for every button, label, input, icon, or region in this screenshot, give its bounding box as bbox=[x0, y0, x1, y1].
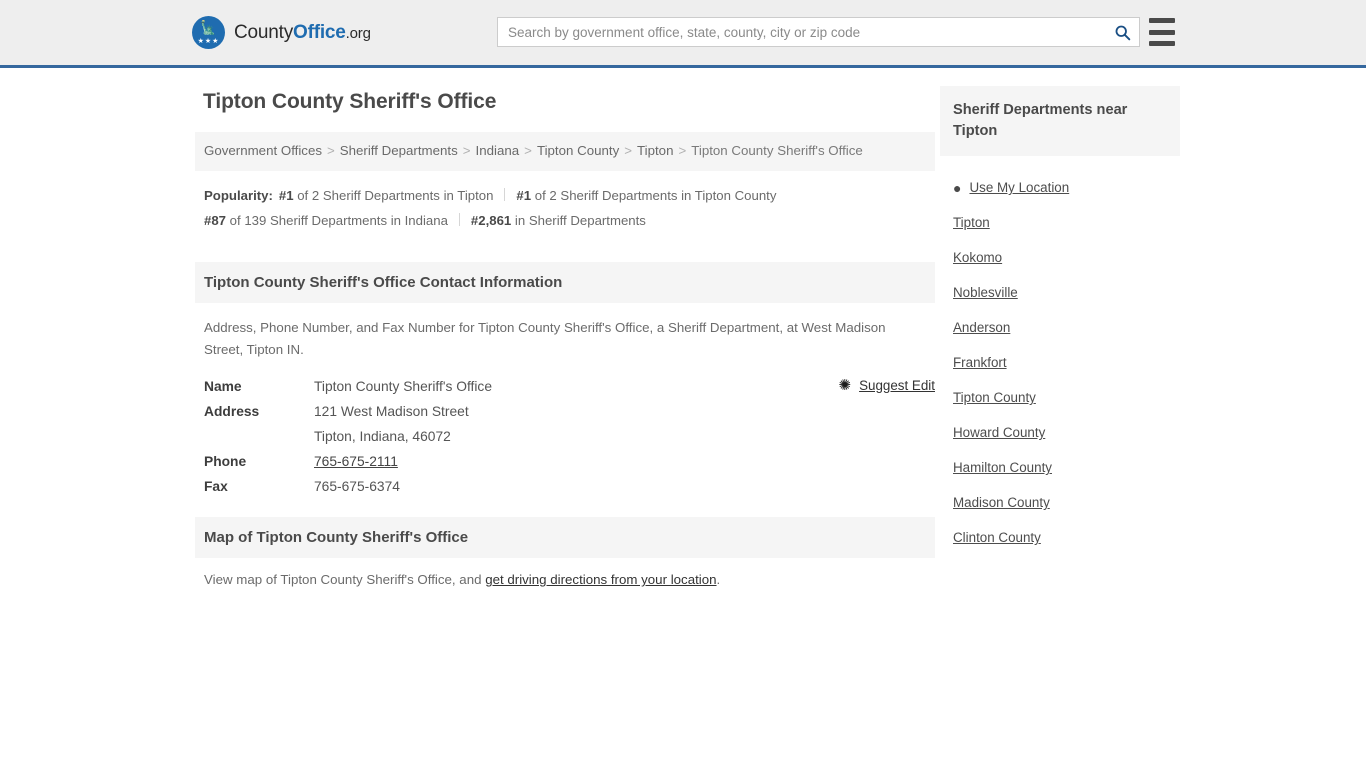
map-text-after: . bbox=[716, 572, 721, 588]
contact-row-label: Fax bbox=[204, 479, 228, 495]
contact-row-value: 765-675-6374 bbox=[314, 479, 400, 495]
breadcrumb-separator: > bbox=[524, 143, 532, 158]
contact-row: Address 121 West Madison Street bbox=[195, 399, 935, 424]
sidebar-item[interactable]: Clinton County bbox=[940, 520, 1180, 555]
sidebar-item-label[interactable]: Howard County bbox=[953, 425, 1045, 440]
popularity-rank: #1 bbox=[278, 187, 294, 203]
sidebar-item-label[interactable]: Madison County bbox=[953, 495, 1050, 510]
contact-row-value: Tipton County Sheriff's Office bbox=[314, 379, 492, 395]
breadcrumb-item[interactable]: Government Offices bbox=[204, 143, 322, 158]
popularity-item: #1 of 2 Sheriff Departments in Tipton Co… bbox=[516, 188, 776, 203]
contact-section-description: Address, Phone Number, and Fax Number fo… bbox=[204, 320, 886, 357]
contact-row-label: Phone bbox=[204, 454, 247, 470]
sidebar-item-label[interactable]: Tipton County bbox=[953, 390, 1036, 405]
sidebar-list: ● Use My Location Tipton Kokomo Noblesvill… bbox=[940, 156, 1180, 555]
logo-text-county: County bbox=[234, 21, 294, 43]
sidebar-item-label[interactable]: Anderson bbox=[953, 320, 1010, 335]
eagle-icon: 🗽 bbox=[200, 20, 217, 35]
contact-row-value[interactable]: 765-675-2111 bbox=[305, 449, 935, 474]
search-input[interactable] bbox=[498, 18, 1105, 46]
sidebar-item-label[interactable]: Noblesville bbox=[953, 285, 1018, 300]
contact-row: Name Tipton County Sheriff's Office bbox=[195, 374, 935, 399]
hamburger-menu-icon[interactable] bbox=[1149, 18, 1175, 46]
search-button[interactable] bbox=[1105, 18, 1139, 46]
popularity-rank-detail: in Sheriff Departments bbox=[511, 213, 646, 229]
search-bar bbox=[497, 17, 1140, 47]
popularity-label: Popularity: bbox=[204, 187, 273, 203]
breadcrumb-separator: > bbox=[462, 143, 471, 158]
sidebar-item[interactable]: Madison County bbox=[940, 485, 1180, 520]
breadcrumb-separator: > bbox=[327, 143, 335, 158]
popularity-rank-detail: of 2 Sheriff Departments in Tipton Count… bbox=[531, 187, 777, 203]
search-icon bbox=[1115, 25, 1130, 40]
logo-text: CountyOffice.org bbox=[234, 22, 371, 44]
contact-section-heading: Tipton County Sheriff's Office Contact I… bbox=[195, 262, 935, 304]
sidebar-item[interactable]: Frankfort bbox=[940, 345, 1180, 380]
sidebar-item-label[interactable]: Hamilton County bbox=[953, 460, 1052, 475]
sidebar-item[interactable]: Kokomo bbox=[940, 240, 1180, 275]
page-title: Tipton County Sheriff's Office bbox=[203, 90, 497, 113]
contact-row-label: Address bbox=[204, 404, 260, 420]
map-section-description: View map of Tipton County Sheriff's Offi… bbox=[195, 558, 935, 601]
contact-details-wrapper: ✺ Suggest Edit Name Tipton County Sheriff… bbox=[195, 374, 935, 499]
contact-row-value: 121 West Madison Street bbox=[314, 404, 469, 420]
site-logo[interactable]: 🗽 ★★★ CountyOffice.org bbox=[192, 16, 371, 49]
breadcrumb-separator: > bbox=[678, 143, 687, 158]
phone-link[interactable]: 765-675-2111 bbox=[314, 454, 398, 469]
stars-icon: ★★★ bbox=[197, 38, 220, 45]
breadcrumb-item[interactable]: Tipton County bbox=[537, 143, 619, 158]
menu-bar-3 bbox=[1149, 41, 1175, 46]
contact-row-label: Name bbox=[204, 379, 242, 395]
map-pin-icon: ● bbox=[953, 179, 962, 196]
map-section-heading: Map of Tipton County Sheriff's Office bbox=[195, 517, 935, 559]
sidebar: Sheriff Departments near Tipton ● Use My… bbox=[940, 86, 1180, 601]
contact-row-value: Tipton, Indiana, 46072 bbox=[314, 429, 451, 445]
contact-row-label bbox=[195, 424, 305, 449]
sidebar-item[interactable]: Anderson bbox=[940, 310, 1180, 345]
sidebar-item[interactable]: Noblesville bbox=[940, 275, 1180, 310]
page-body: Tipton County Sheriff's Office Governmen… bbox=[0, 68, 1366, 601]
contact-row: Phone 765-675-2111 bbox=[195, 449, 935, 474]
menu-bar-2 bbox=[1149, 29, 1175, 35]
contact-details-table: Name Tipton County Sheriff's Office Addres… bbox=[195, 374, 935, 499]
sidebar-item-label[interactable]: Kokomo bbox=[953, 250, 1002, 265]
popularity-rank: #2,861 bbox=[470, 213, 512, 229]
popularity-rank-detail: of 2 Sheriff Departments in Tipton bbox=[293, 187, 494, 203]
sidebar-item[interactable]: Tipton County bbox=[940, 380, 1180, 415]
popularity-separator bbox=[504, 187, 506, 201]
logo-text-office: Office bbox=[293, 21, 346, 43]
sidebar-item-use-my-location[interactable]: ● Use My Location bbox=[940, 170, 1180, 205]
sidebar-item-label[interactable]: Frankfort bbox=[953, 355, 1007, 370]
use-my-location-link[interactable]: Use My Location bbox=[969, 180, 1069, 195]
breadcrumb-item[interactable]: Indiana bbox=[476, 143, 520, 158]
popularity-rank-detail: of 139 Sheriff Departments in Indiana bbox=[226, 213, 448, 229]
sidebar-item[interactable]: Hamilton County bbox=[940, 450, 1180, 485]
sidebar-item[interactable]: Tipton bbox=[940, 205, 1180, 240]
popularity-rank: #87 bbox=[204, 213, 227, 229]
logo-text-org: .org bbox=[345, 24, 371, 42]
popularity-item: #87 of 139 Sheriff Departments in Indian… bbox=[204, 213, 448, 228]
county-office-seal-icon: 🗽 ★★★ bbox=[192, 16, 225, 49]
breadcrumb-separator: > bbox=[624, 143, 632, 158]
breadcrumb-item[interactable]: Sheriff Departments bbox=[340, 143, 458, 158]
main-content: Tipton County Sheriff's Office Governmen… bbox=[195, 86, 935, 601]
sidebar-item-label[interactable]: Tipton bbox=[953, 215, 990, 230]
popularity-section: Popularity: #1 of 2 Sheriff Departments i… bbox=[195, 171, 935, 244]
contact-row: Fax 765-675-6374 bbox=[195, 474, 935, 499]
driving-directions-link[interactable]: get driving directions from your locatio… bbox=[485, 572, 716, 587]
breadcrumb: Government Offices > Sheriff Departments > I… bbox=[195, 132, 935, 171]
menu-bar-1 bbox=[1149, 18, 1175, 23]
site-header: 🗽 ★★★ CountyOffice.org bbox=[0, 0, 1366, 68]
sidebar-item-label[interactable]: Clinton County bbox=[953, 530, 1041, 545]
popularity-item: #2,861 in Sheriff Departments bbox=[471, 213, 646, 228]
popularity-rank: #1 bbox=[516, 187, 532, 203]
sidebar-item[interactable]: Howard County bbox=[940, 415, 1180, 450]
map-text-before: View map of Tipton County Sheriff's Offi… bbox=[204, 572, 486, 588]
contact-row: Tipton, Indiana, 46072 bbox=[195, 424, 935, 449]
breadcrumb-item: Tipton County Sheriff's Office bbox=[691, 143, 863, 158]
popularity-item: #1 of 2 Sheriff Departments in Tipton bbox=[279, 188, 494, 203]
breadcrumb-item[interactable]: Tipton bbox=[637, 143, 673, 158]
sidebar-heading: Sheriff Departments near Tipton bbox=[940, 86, 1180, 157]
popularity-separator bbox=[458, 213, 460, 227]
